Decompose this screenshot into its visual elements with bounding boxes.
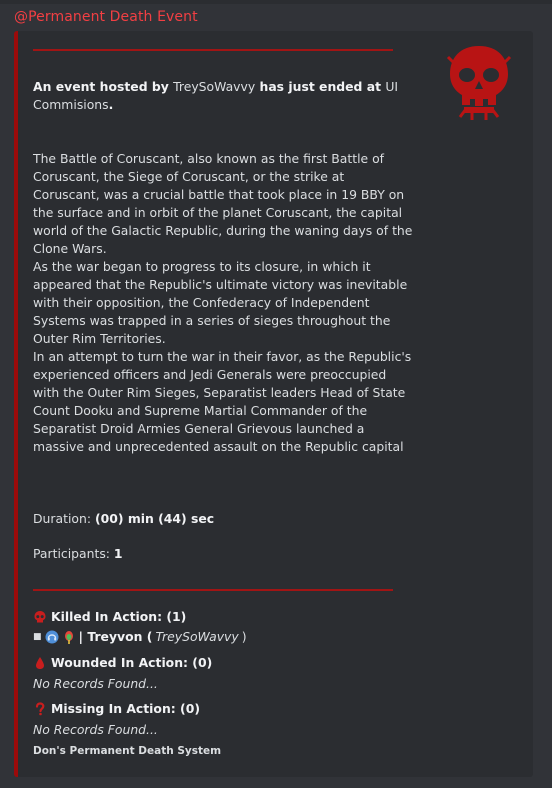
bottom-rule	[33, 589, 393, 591]
parrot-icon	[64, 630, 73, 644]
question-mark-icon	[35, 701, 45, 715]
skull-icon	[34, 610, 46, 622]
duration-line: Duration: (00) min (44) sec	[33, 511, 215, 526]
event-embed: An event hosted by TreySoWavvy has just …	[14, 31, 533, 777]
blood-drop-icon	[36, 656, 44, 669]
role-mention[interactable]: @Permanent Death Event	[14, 9, 198, 25]
top-divider	[0, 0, 552, 4]
description-paragraph-1: The Battle of Coruscant, also known as t…	[33, 151, 413, 256]
participants-line: Participants: 1	[33, 546, 123, 561]
missing-field-name: Missing In Action: (0)	[33, 701, 200, 716]
description-paragraph-2: As the war began to progress to its clos…	[33, 259, 408, 346]
embed-footer: Don's Permanent Death System	[33, 745, 222, 757]
killed-entry: ■ | Treyvon (TreySoWavvy)	[33, 629, 247, 644]
top-rule	[33, 49, 393, 51]
wounded-value: No Records Found...	[33, 676, 158, 691]
missing-value: No Records Found...	[33, 722, 158, 737]
headset-icon	[45, 630, 59, 643]
host-line: An event hosted by TreySoWavvy has just …	[33, 79, 399, 112]
description-paragraph-3: In an attempt to turn the war in their f…	[33, 349, 412, 454]
killed-field-name: Killed In Action: (1)	[33, 609, 186, 624]
wounded-field-name: Wounded In Action: (0)	[33, 655, 212, 670]
red-skull-icon	[446, 46, 512, 120]
